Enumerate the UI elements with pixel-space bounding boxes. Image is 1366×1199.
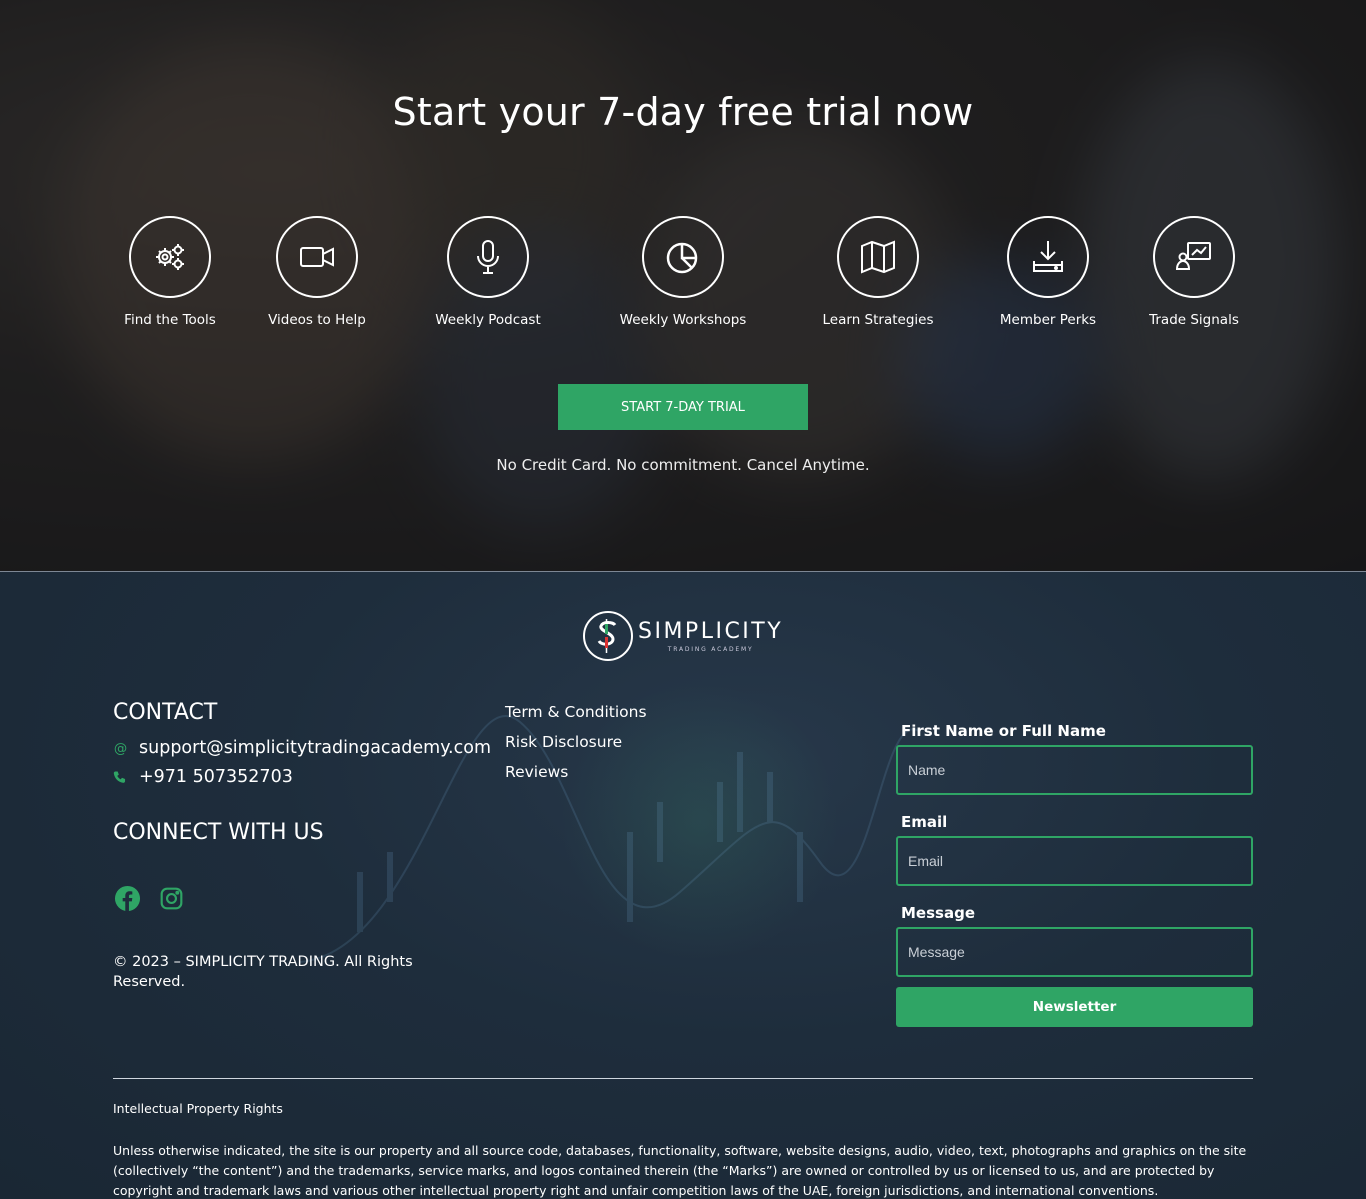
contact-phone[interactable]: +971 507352703 — [139, 767, 293, 787]
feature-label: Trade Signals — [1149, 312, 1239, 328]
hero-section: Start your 7-day free trial now Find the… — [0, 0, 1366, 571]
feature-label: Find the Tools — [124, 312, 216, 328]
feature-workshops[interactable]: Weekly Workshops — [603, 216, 763, 328]
feature-label: Weekly Podcast — [435, 312, 541, 328]
name-input[interactable] — [896, 745, 1253, 795]
trial-subtext: No Credit Card. No commitment. Cancel An… — [496, 456, 870, 474]
message-label: Message — [901, 904, 975, 922]
newsletter-form: First Name or Full Name Email Message Ne… — [896, 722, 1253, 1027]
reviews-link[interactable]: Reviews — [505, 762, 647, 782]
simplicity-logo[interactable]: SIMPLICITY TRADING ACADEMY — [582, 610, 783, 662]
logo-tagline: TRADING ACADEMY — [667, 645, 754, 653]
footer-divider — [113, 1078, 1253, 1079]
ip-rights-text: Unless otherwise indicated, the site is … — [113, 1143, 1247, 1198]
message-input[interactable] — [896, 927, 1253, 977]
contact-email-row[interactable]: @ support@simplicitytradingacademy.com — [113, 738, 491, 758]
connect-heading: CONNECT WITH US — [113, 820, 324, 845]
feature-label: Videos to Help — [268, 312, 366, 328]
hero-title: Start your 7-day free trial now — [392, 90, 974, 134]
feature-strategies[interactable]: Learn Strategies — [798, 216, 958, 328]
video-camera-icon — [276, 216, 358, 298]
feature-videos[interactable]: Videos to Help — [237, 216, 397, 328]
logo-name: SIMPLICITY — [638, 618, 784, 644]
copyright-text: © 2023 – SIMPLICITY TRADING. All Rights … — [113, 954, 413, 990]
start-trial-button[interactable]: START 7-DAY TRIAL — [558, 384, 808, 430]
name-label: First Name or Full Name — [901, 722, 1106, 740]
footer-links: Term & Conditions Risk Disclosure Review… — [505, 702, 647, 792]
presentation-chart-icon — [1153, 216, 1235, 298]
contact-phone-row[interactable]: +971 507352703 — [113, 767, 293, 787]
map-icon — [837, 216, 919, 298]
terms-link[interactable]: Term & Conditions — [505, 702, 647, 722]
ip-rights-title: Intellectual Property Rights — [113, 1101, 283, 1116]
feature-find-tools[interactable]: Find the Tools — [90, 216, 250, 328]
email-input[interactable] — [896, 836, 1253, 886]
phone-icon — [113, 768, 131, 786]
pie-chart-icon — [642, 216, 724, 298]
site-footer: SIMPLICITY TRADING ACADEMY CONTACT @ sup… — [0, 571, 1366, 1199]
feature-perks[interactable]: Member Perks — [968, 216, 1128, 328]
contact-heading: CONTACT — [113, 700, 218, 725]
feature-podcast[interactable]: Weekly Podcast — [408, 216, 568, 328]
download-icon — [1007, 216, 1089, 298]
risk-disclosure-link[interactable]: Risk Disclosure — [505, 732, 647, 752]
email-label: Email — [901, 813, 948, 831]
instagram-icon[interactable] — [157, 884, 185, 912]
social-links — [113, 884, 185, 912]
at-sign-icon: @ — [113, 739, 131, 757]
contact-email[interactable]: support@simplicitytradingacademy.com — [139, 738, 491, 758]
feature-label: Weekly Workshops — [619, 312, 747, 328]
feature-signals[interactable]: Trade Signals — [1114, 216, 1274, 328]
feature-label: Learn Strategies — [822, 312, 934, 328]
feature-label: Member Perks — [999, 312, 1097, 328]
logo-mark-icon — [583, 611, 633, 661]
svg-text:@: @ — [114, 741, 127, 756]
facebook-icon[interactable] — [113, 884, 141, 912]
newsletter-submit-button[interactable]: Newsletter — [896, 987, 1253, 1027]
gears-icon — [129, 216, 211, 298]
microphone-icon — [447, 216, 529, 298]
